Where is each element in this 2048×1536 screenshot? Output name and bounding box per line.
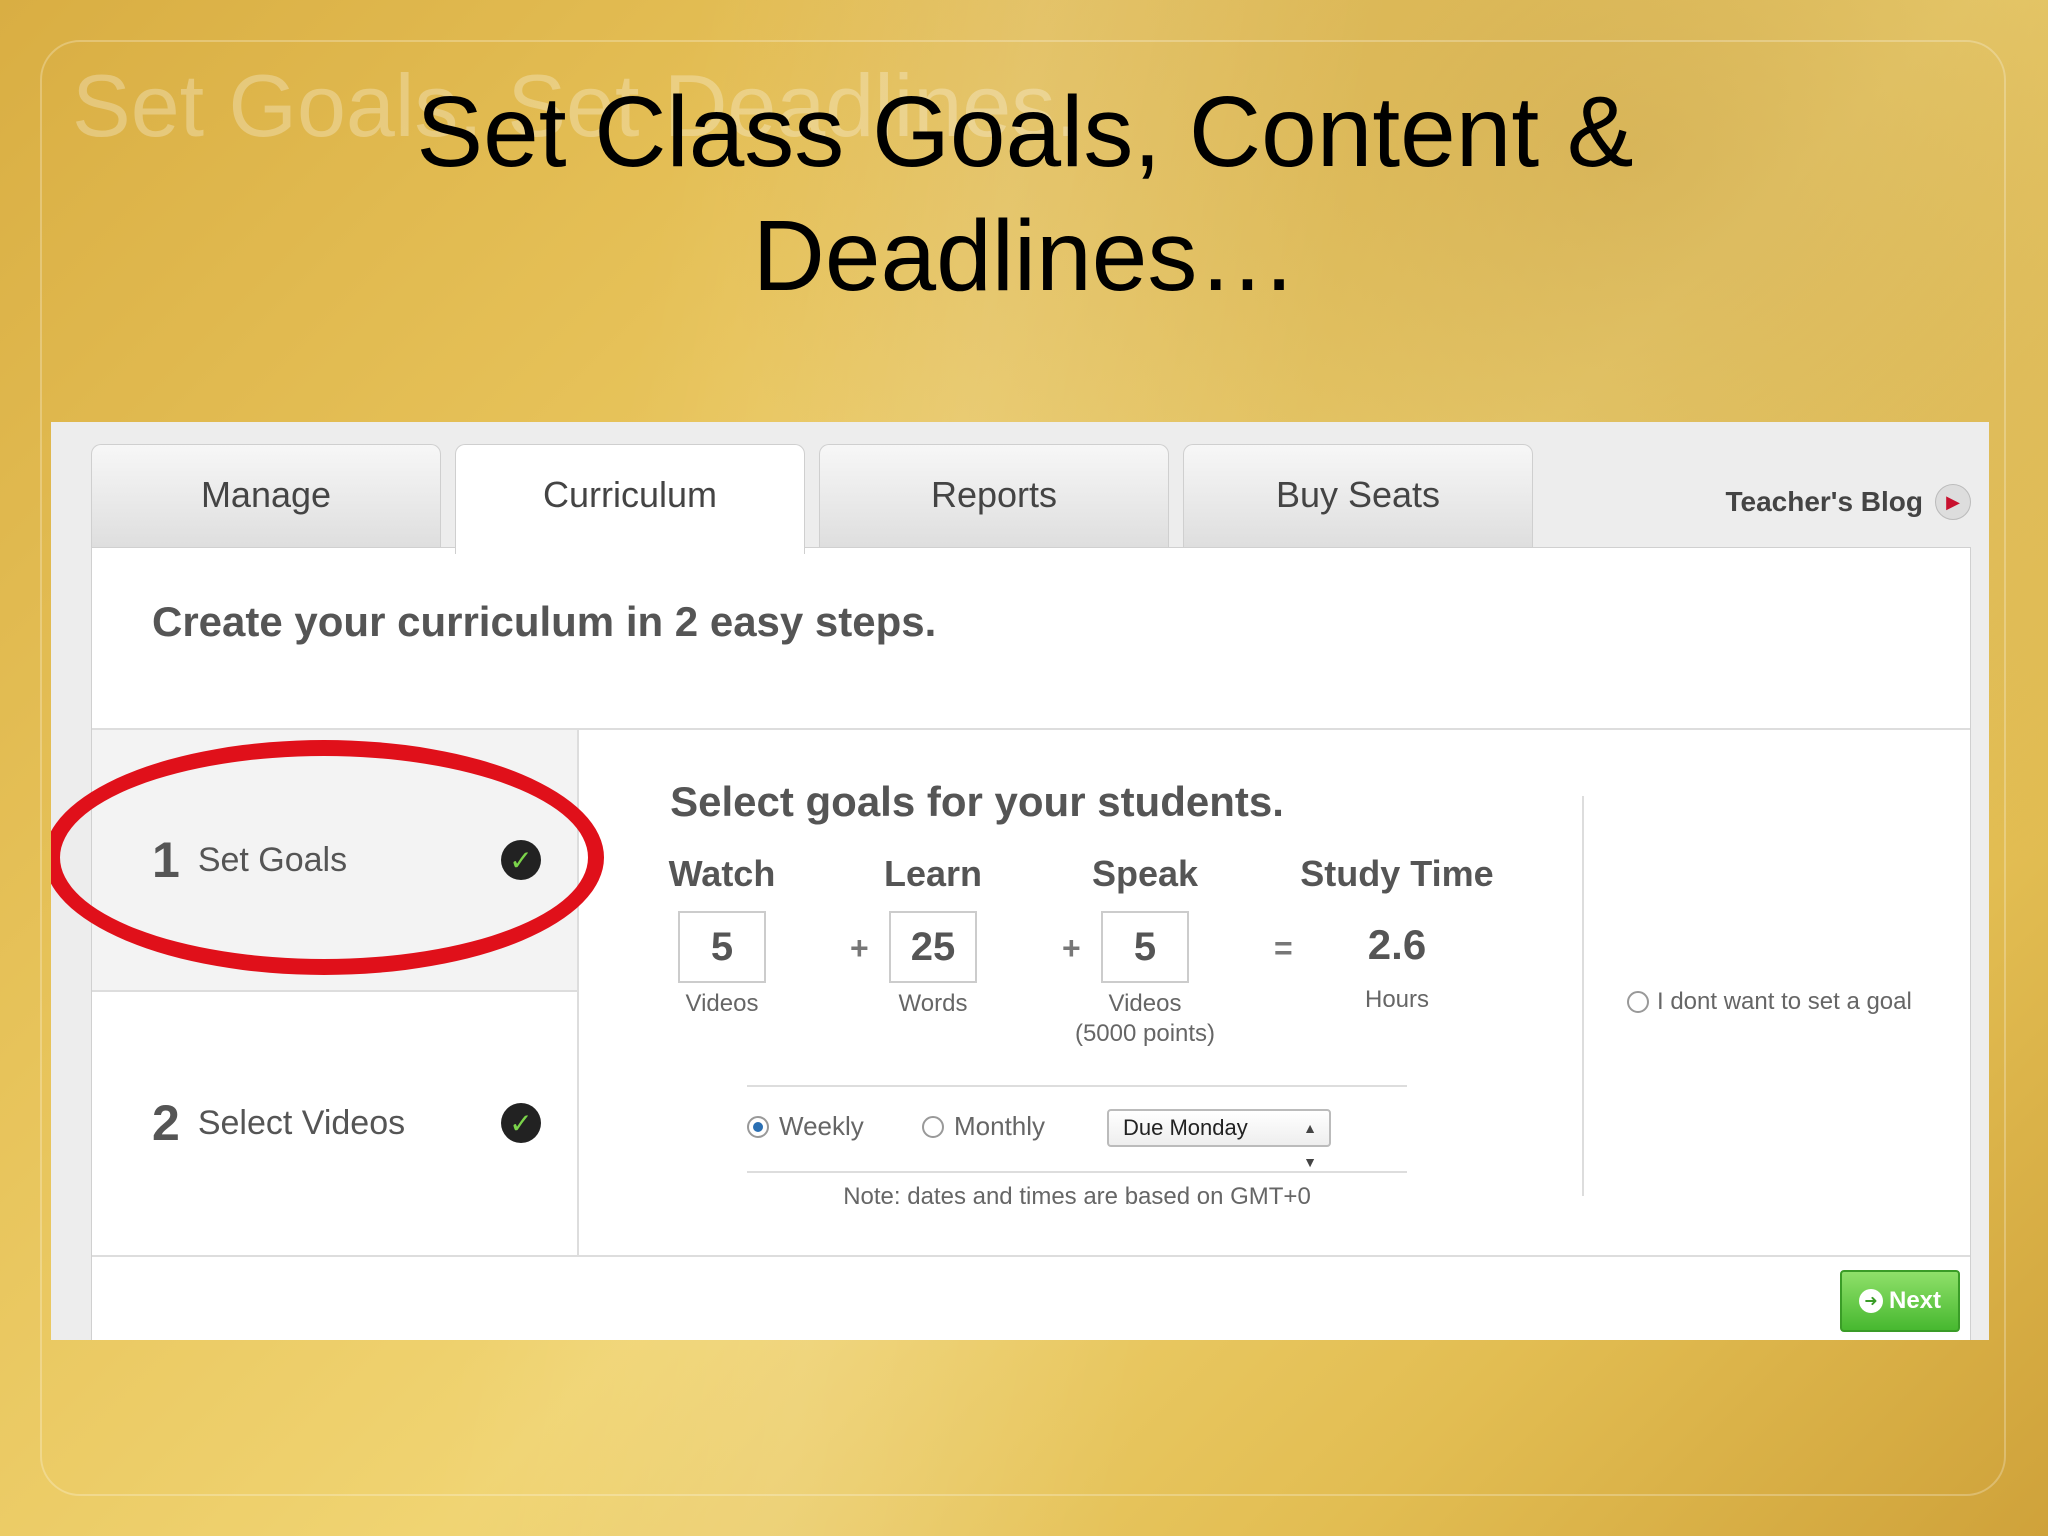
study-time-heading: Study Time [1300,853,1494,894]
teachers-blog-link[interactable]: Teacher's Blog ▶ [1725,484,1971,520]
steps-sidebar: 1 Set Goals ✓ 2 Select Videos ✓ [51,730,604,1255]
no-goal-label: I dont want to set a goal [1657,988,1912,1015]
speak-unit: Videos [1108,990,1182,1017]
highlight-oval [51,740,604,975]
speak-heading: Speak [1091,853,1199,894]
panel-headline: Create your curriculum in 2 easy steps. [152,598,937,645]
divider [92,1255,1970,1257]
tab-manage[interactable]: Manage [91,444,441,548]
timezone-note: Note: dates and times are based on GMT+0 [843,1183,1311,1210]
learn-heading: Learn [883,853,983,894]
divider [747,1085,1407,1087]
goals-title: Select goals for your students. [670,778,1284,825]
speak-input[interactable]: 5 [1101,911,1189,983]
monthly-radio[interactable] [922,1115,944,1138]
next-label: Next [1888,1287,1942,1314]
curriculum-panel: Create your curriculum in 2 easy steps. … [51,547,1971,1340]
monthly-label: Monthly [954,1111,1046,1141]
step-label: Select Videos [197,1103,406,1142]
arrow-right-circle-icon: ➜ [1858,1289,1883,1313]
slide-title-line2: Deadlines… [752,200,1298,312]
app-screenshot: Manage Curriculum Reports Buy Seats Teac… [51,422,1989,1340]
watch-heading: Watch [668,853,776,894]
no-goal-option[interactable]: I dont want to set a goal [1627,988,1912,1016]
learn-column: Learn 25 Words [858,853,1008,1019]
learn-unit: Words [898,990,968,1017]
study-time-unit: Hours [1364,986,1430,1013]
due-day-select[interactable]: Due Monday ▲ ▼ [1107,1109,1331,1170]
next-button[interactable]: ➜ Next [1840,1270,1960,1332]
speak-points: (5000 points) [1074,1020,1216,1047]
step-number: 2 [152,1095,180,1151]
watch-column: Watch 5 Videos [647,853,797,1019]
slide-title: Set Class Goals, Content & Deadlines… [250,70,1800,318]
equals-operator: = [1274,930,1293,966]
watch-unit: Videos [685,990,759,1017]
slide-title-line1: Set Class Goals, Content & [416,76,1634,188]
study-time-value: 2.6 [1367,921,1427,968]
due-day-value: Due Monday [1123,1115,1248,1140]
study-time-column: Study Time 2.6 Hours [1292,853,1502,1015]
tab-buy-seats[interactable]: Buy Seats [1183,444,1533,548]
watch-input[interactable]: 5 [678,911,766,983]
weekly-radio[interactable] [747,1115,769,1138]
divider [1582,796,1584,1196]
divider [747,1171,1407,1173]
tab-curriculum[interactable]: Curriculum [455,444,805,554]
learn-input[interactable]: 25 [889,911,977,983]
monthly-option[interactable]: Monthly [922,1111,1045,1142]
no-goal-radio[interactable] [1627,991,1649,1013]
weekly-label: Weekly [779,1111,864,1141]
speak-column: Speak 5 Videos (5000 points) [1070,853,1220,1049]
select-arrows-icon: ▲ ▼ [1303,1120,1317,1170]
check-circle-icon: ✓ [501,1103,541,1143]
play-arrow-icon: ▶ [1935,484,1971,520]
tab-reports[interactable]: Reports [819,444,1169,548]
weekly-option[interactable]: Weekly [747,1111,864,1142]
teachers-blog-label: Teacher's Blog [1725,486,1923,517]
step-select-videos[interactable]: 2 Select Videos ✓ [92,992,577,1254]
